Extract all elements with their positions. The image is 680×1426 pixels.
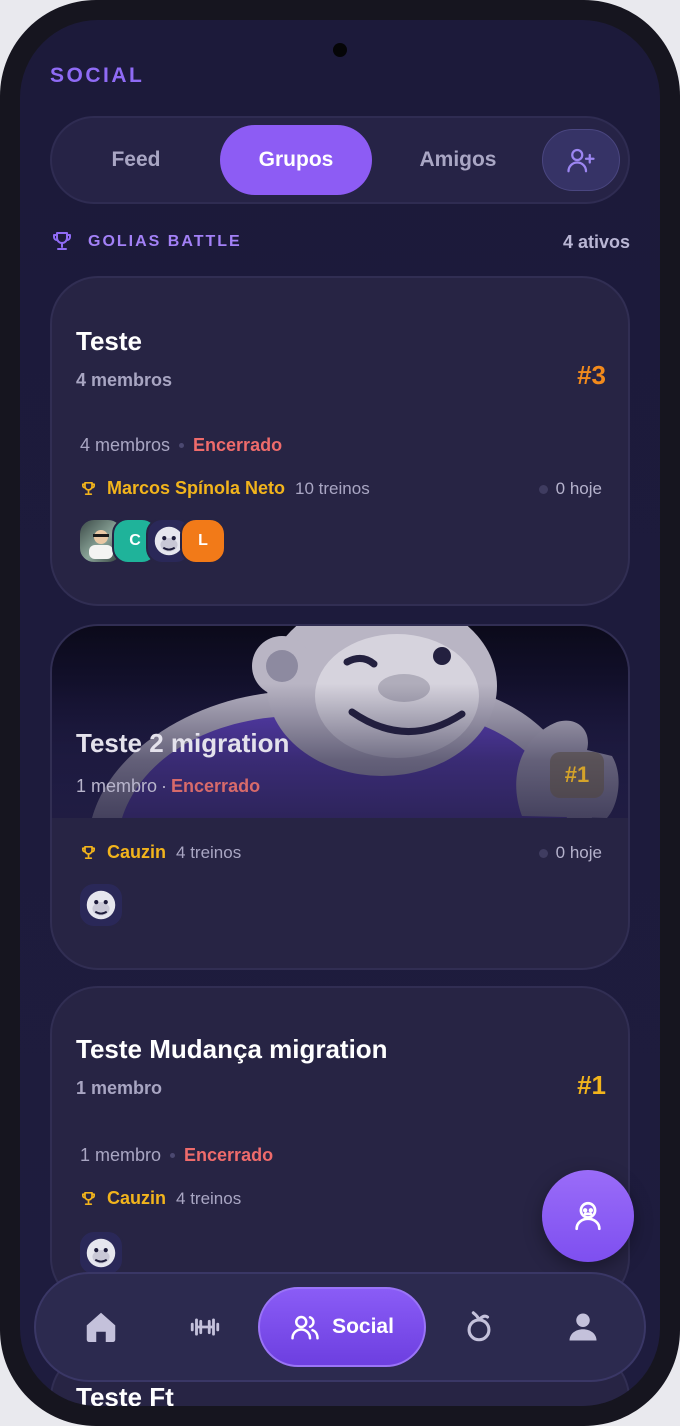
section-title: GOLIAS BATTLE [88, 233, 242, 250]
group-meta: 1 membro Encerrado [80, 1145, 273, 1166]
tab-grupos[interactable]: Grupos [220, 125, 372, 195]
trophy-icon [81, 481, 96, 496]
bottom-navigation: Social [34, 1272, 646, 1382]
group-card[interactable]: Teste 2 migration 1 membro · Encerrado #… [50, 624, 630, 970]
group-meta: 1 membro · Encerrado [76, 776, 260, 797]
trophy-icon [81, 845, 96, 860]
tab-amigos[interactable]: Amigos [386, 125, 530, 195]
section-header: GOLIAS BATTLE 4 ativos [50, 228, 630, 258]
people-icon [291, 1315, 319, 1340]
group-members: 4 membros [76, 370, 173, 390]
nav-home[interactable] [58, 1274, 144, 1380]
gorilla-avatar-icon [86, 890, 116, 920]
separator-dot: · [161, 776, 168, 796]
nav-social-label: Social [332, 1315, 394, 1338]
leader-name: Cauzin [107, 842, 167, 862]
person-icon [569, 1313, 597, 1341]
gorilla-avatar-icon [86, 1238, 116, 1268]
meta-members: 1 membro [76, 776, 158, 796]
status-badge: Encerrado [171, 776, 261, 796]
apple-icon [467, 1311, 491, 1342]
group-name: Teste Mudança migration [76, 1034, 388, 1064]
group-card[interactable]: Teste 4 membros #3 4 membros Encerrado M… [50, 276, 630, 606]
today-count: 0 hoje [538, 479, 602, 499]
group-leader: Cauzin 4 treinos [80, 842, 241, 863]
nav-nutrition[interactable] [436, 1274, 522, 1380]
group-rank: #1 [550, 752, 604, 798]
leader-workouts: 4 treinos [176, 842, 242, 862]
today-label: 0 hoje [555, 843, 602, 862]
separator-dot [179, 443, 185, 448]
add-friend-button[interactable] [542, 129, 620, 191]
meta-members: 4 membros [80, 435, 171, 455]
leader-workouts: 4 treinos [176, 1188, 242, 1208]
leader-workouts: 10 treinos [295, 478, 370, 498]
meta-members: 1 membro [80, 1145, 162, 1165]
group-rank: #1 [577, 1070, 606, 1100]
group-card[interactable]: Teste Mudança migration 1 membro #1 1 me… [50, 986, 630, 1306]
page-title: SOCIAL [50, 64, 145, 87]
status-dot [538, 848, 548, 858]
today-label: 0 hoje [555, 479, 602, 498]
app-screen: SOCIAL Feed Grupos Amigos GOLIAS BATTLE [20, 20, 660, 1406]
group-rank: #3 [577, 360, 606, 390]
group-name: Teste Ft [76, 1382, 174, 1406]
status-dot [538, 484, 548, 494]
coach-icon [575, 1201, 601, 1231]
floating-action-button[interactable] [542, 1170, 634, 1262]
segmented-tabs: Feed Grupos Amigos [50, 116, 630, 204]
group-leader: Marcos Spínola Neto 10 treinos [80, 478, 370, 499]
avatar[interactable] [78, 882, 124, 928]
user-plus-icon [567, 148, 595, 173]
today-count: 0 hoje [538, 843, 602, 863]
trophy-icon [53, 232, 71, 250]
home-icon [86, 1312, 116, 1343]
leader-name: Marcos Spínola Neto [107, 478, 286, 498]
device-frame: SOCIAL Feed Grupos Amigos GOLIAS BATTLE [0, 0, 680, 1426]
status-badge: Encerrado [184, 1145, 274, 1165]
group-meta: 4 membros Encerrado [80, 435, 282, 456]
status-badge: Encerrado [193, 435, 283, 455]
active-count: 4 ativos [562, 232, 630, 252]
camera-notch [333, 43, 347, 57]
group-members: 1 membro [76, 1078, 163, 1098]
dumbbell-icon [190, 1318, 220, 1336]
nav-profile[interactable] [540, 1274, 626, 1380]
separator-dot [170, 1153, 176, 1158]
nav-workout[interactable] [162, 1274, 248, 1380]
trophy-icon [81, 1191, 96, 1206]
tab-feed[interactable]: Feed [66, 125, 206, 195]
group-name: Teste 2 migration [76, 728, 290, 758]
avatar[interactable]: L [180, 518, 226, 564]
group-leader: Cauzin 4 treinos [80, 1188, 241, 1209]
avatar[interactable] [78, 1230, 124, 1276]
group-name: Teste [76, 326, 142, 356]
nav-social[interactable]: Social [258, 1287, 426, 1367]
leader-name: Cauzin [107, 1188, 167, 1208]
